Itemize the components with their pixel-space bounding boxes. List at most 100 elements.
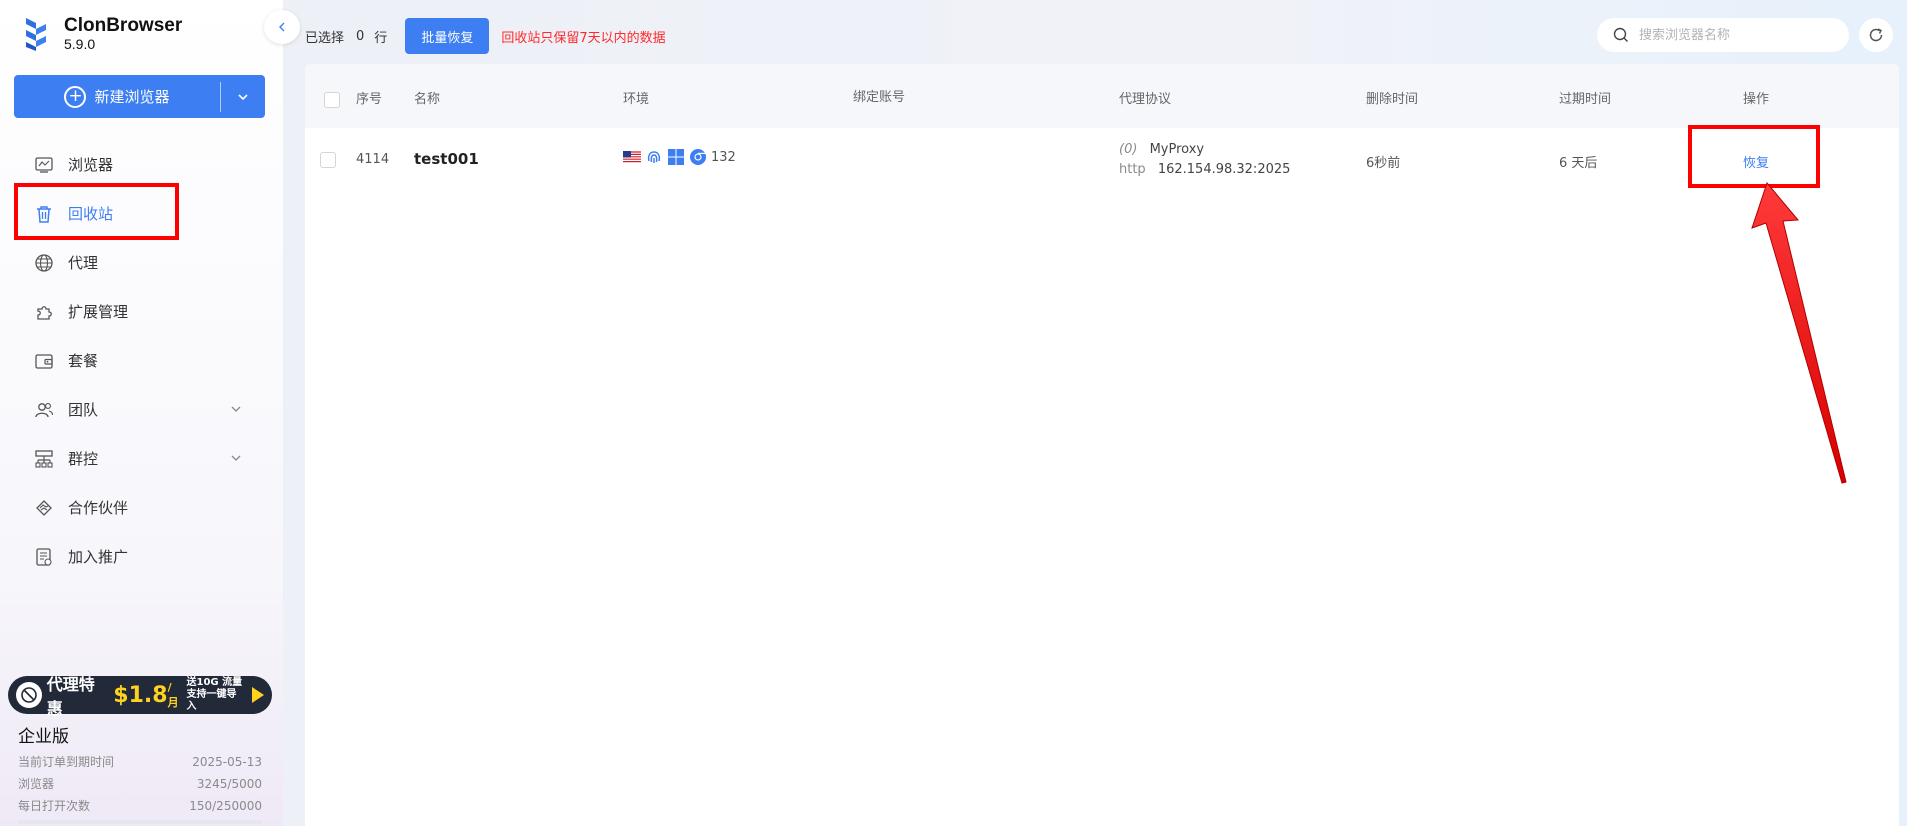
sidebar: ClonBrowser 5.9.0 + 新建浏览器 浏览器 回收站 代理 扩展管… xyxy=(0,0,283,826)
proxy-count: (0) xyxy=(1119,142,1138,157)
refresh-icon xyxy=(1869,28,1883,42)
promo-unit: /月 xyxy=(167,680,179,709)
promo-subtext: 送10G 流量 支持一键导入 xyxy=(186,677,246,713)
plan-row-label: 每日打开次数 xyxy=(18,799,91,813)
retention-warning: 回收站只保留7天以内的数据 xyxy=(501,30,666,46)
row-name[interactable]: test001 xyxy=(414,150,479,168)
row-proxy: (0) MyProxy http 162.154.98.32:2025 xyxy=(1119,140,1290,180)
column-header-deleted-time: 删除时间 xyxy=(1366,92,1419,107)
hierarchy-icon xyxy=(34,449,54,469)
plan-row-value: 3245/5000 xyxy=(196,777,262,791)
promo-line1: 送10G 流量 xyxy=(186,677,243,688)
globe-icon xyxy=(34,253,54,273)
plan-row-browsers: 浏览器 3245/5000 xyxy=(18,773,262,795)
proxy-line-1: (0) MyProxy xyxy=(1119,140,1290,160)
column-header-name: 名称 xyxy=(414,92,441,107)
row-index: 4114 xyxy=(356,152,390,167)
new-browser-button[interactable]: + 新建浏览器 xyxy=(14,75,265,118)
recycle-bin-highlight-box xyxy=(14,183,179,240)
sidebar-item-label: 团队 xyxy=(68,401,99,419)
browser-version: 132 xyxy=(711,149,736,165)
plan-title: 企业版 xyxy=(18,727,69,747)
sidebar-item-group-control[interactable]: 群控 xyxy=(0,434,283,483)
new-browser-dropdown[interactable] xyxy=(221,75,265,118)
sidebar-item-extensions[interactable]: 扩展管理 xyxy=(0,287,283,336)
toolbar: 已选择 0 行 批量恢复 回收站只保留7天以内的数据 xyxy=(305,18,666,54)
column-header-index: 序号 xyxy=(356,92,383,107)
new-browser-main[interactable]: + 新建浏览器 xyxy=(14,75,220,118)
proxy-type: http xyxy=(1119,162,1146,177)
proxy-line-2: http 162.154.98.32:2025 xyxy=(1119,160,1290,180)
sidebar-item-partners[interactable]: 合作伙伴 xyxy=(0,483,283,532)
sidebar-item-label: 扩展管理 xyxy=(68,303,129,321)
column-header-environment: 环境 xyxy=(623,92,650,107)
plus-icon: + xyxy=(64,85,87,108)
selected-prefix: 已选择 xyxy=(305,30,345,46)
row-deleted-time: 6秒前 xyxy=(1366,156,1401,171)
table-header: 序号 名称 环境 绑定账号 代理协议 删除时间 过期时间 操作 xyxy=(305,64,1899,128)
row-environment: 132 xyxy=(623,148,740,166)
plan-row-daily-opens: 每日打开次数 150/250000 xyxy=(18,795,262,817)
sidebar-item-promotion[interactable]: 加入推广 xyxy=(0,532,283,581)
wallet-icon xyxy=(34,351,54,371)
plan-info: 企业版 当前订单到期时间 2025-05-13 浏览器 3245/5000 每日… xyxy=(18,722,262,817)
row-checkbox[interactable] xyxy=(320,152,336,168)
selected-count: 0 xyxy=(356,28,365,44)
recycle-bin-table: 序号 名称 环境 绑定账号 代理协议 删除时间 过期时间 操作 4114 tes… xyxy=(305,64,1899,826)
brand: ClonBrowser 5.9.0 xyxy=(22,16,182,52)
new-browser-label: 新建浏览器 xyxy=(94,88,170,106)
handshake-icon xyxy=(34,498,54,518)
proxy-promo-banner[interactable]: 代理特惠 $1.8 /月 送10G 流量 支持一键导入 xyxy=(8,675,272,718)
sidebar-item-label: 套餐 xyxy=(68,352,99,370)
fingerprint-icon xyxy=(645,148,663,166)
sidebar-item-plan[interactable]: 套餐 xyxy=(0,336,283,385)
chevron-down-icon xyxy=(238,93,248,100)
select-all-checkbox[interactable] xyxy=(324,92,340,108)
proxy-address: 162.154.98.32:2025 xyxy=(1157,162,1291,177)
column-header-bound-account: 绑定账号 xyxy=(853,90,906,105)
search-box[interactable] xyxy=(1597,18,1849,52)
search-icon xyxy=(1613,27,1628,42)
main-area: 已选择 0 行 批量恢复 回收站只保留7天以内的数据 序号 名称 环境 绑定账号… xyxy=(283,0,1907,826)
sidebar-item-label: 加入推广 xyxy=(68,548,129,566)
plan-row-value: 2025-05-13 xyxy=(192,755,262,769)
proxy-name: MyProxy xyxy=(1149,142,1205,157)
app-version: 5.9.0 xyxy=(64,36,96,52)
plan-row-label: 浏览器 xyxy=(18,777,55,791)
clonbrowser-logo-icon xyxy=(26,18,46,51)
promo-line2: 支持一键导入 xyxy=(186,689,237,712)
play-arrow-icon xyxy=(252,687,264,703)
puzzle-icon xyxy=(34,302,54,322)
chrome-icon xyxy=(689,148,707,166)
collapse-sidebar-button[interactable] xyxy=(264,10,300,44)
refresh-button[interactable] xyxy=(1859,18,1893,52)
plan-usage-bar xyxy=(18,820,262,824)
plan-row-value: 150/250000 xyxy=(189,799,262,813)
sidebar-item-browser[interactable]: 浏览器 xyxy=(0,140,283,189)
selected-suffix: 行 xyxy=(374,30,388,46)
table-row: 4114 test001 132 (0) MyProxy http 162.15… xyxy=(305,128,1899,192)
chevron-down-icon[interactable] xyxy=(229,402,243,416)
search-input[interactable] xyxy=(1639,27,1839,43)
team-icon xyxy=(34,400,54,420)
chevron-left-icon xyxy=(279,22,285,32)
sidebar-item-team[interactable]: 团队 xyxy=(0,385,283,434)
restore-highlight-box xyxy=(1688,125,1820,188)
promotion-icon xyxy=(34,547,54,567)
app-name: ClonBrowser xyxy=(64,15,183,36)
column-header-proxy: 代理协议 xyxy=(1119,92,1172,107)
browser-icon xyxy=(34,155,54,175)
promo-price: $1.8 xyxy=(113,682,168,708)
windows-icon xyxy=(667,148,685,166)
sidebar-item-label: 代理 xyxy=(68,254,99,272)
plan-row-label: 当前订单到期时间 xyxy=(18,755,115,769)
sidebar-item-label: 群控 xyxy=(68,450,99,468)
batch-restore-button[interactable]: 批量恢复 xyxy=(405,18,490,54)
chevron-down-icon[interactable] xyxy=(229,451,243,465)
promo-title: 代理特惠 xyxy=(46,675,95,718)
sidebar-item-label: 浏览器 xyxy=(68,156,114,174)
sidebar-item-label: 合作伙伴 xyxy=(68,499,129,517)
sidebar-item-proxy[interactable]: 代理 xyxy=(0,238,283,287)
column-header-actions: 操作 xyxy=(1743,92,1770,107)
plan-row-expiry: 当前订单到期时间 2025-05-13 xyxy=(18,751,262,773)
